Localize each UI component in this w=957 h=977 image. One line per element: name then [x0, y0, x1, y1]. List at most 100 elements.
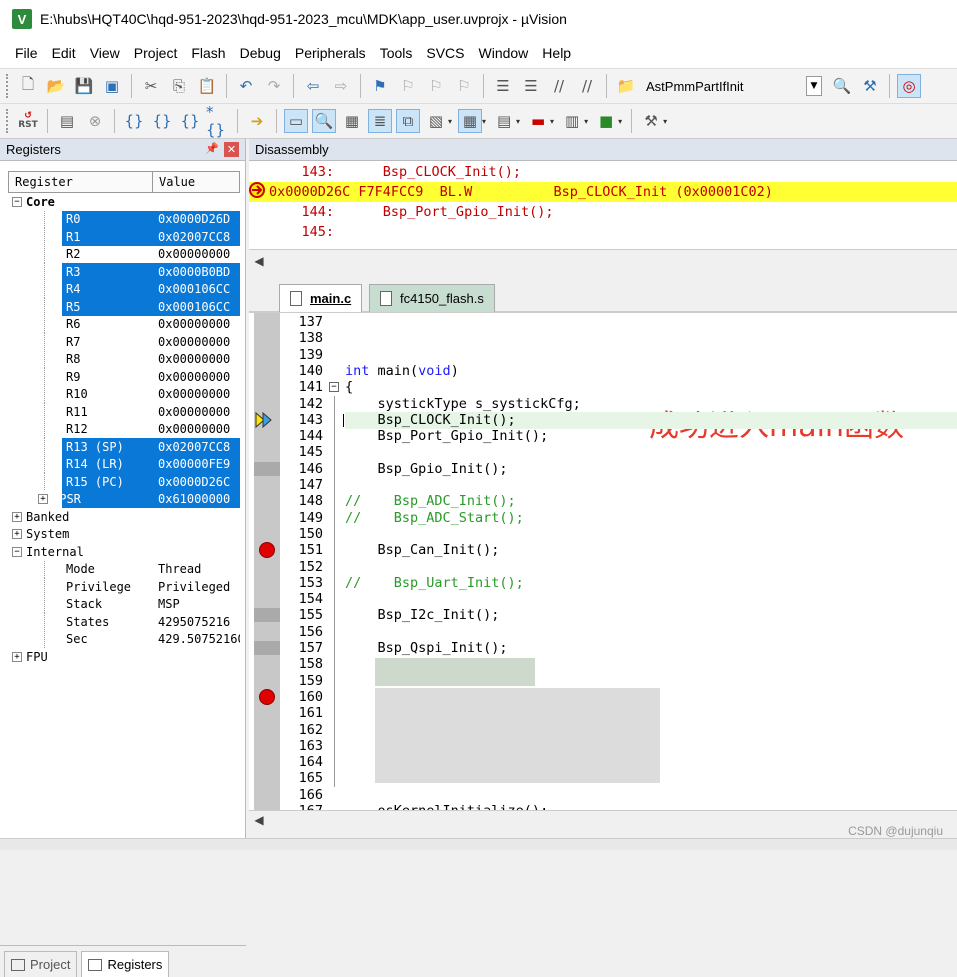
open-folder-icon[interactable]: 📂: [44, 74, 68, 98]
register-value[interactable]: 0x00000000: [158, 422, 240, 436]
register-row[interactable]: R13 (SP) 0x02007CC8: [8, 438, 240, 456]
expand-icon[interactable]: +: [12, 511, 22, 522]
code-line[interactable]: Bsp_Gpio_Init();: [345, 461, 508, 477]
register-value[interactable]: 0x0000B0BD: [158, 265, 240, 279]
tab-registers[interactable]: Registers: [81, 951, 170, 977]
register-column-header[interactable]: Register: [9, 172, 153, 192]
register-value[interactable]: 0x0000D26C: [158, 475, 240, 489]
register-value[interactable]: 0x00000000: [158, 370, 240, 384]
register-value[interactable]: 0x00000000: [158, 352, 240, 366]
navigate-forward-icon[interactable]: ⇨: [329, 74, 353, 98]
code-line[interactable]: // Bsp_ADC_Start();: [345, 510, 524, 526]
collapse-icon[interactable]: −: [12, 546, 22, 557]
code-line[interactable]: systickType s_systickCfg;: [345, 396, 581, 412]
call-stack-window-icon[interactable]: ⧉: [396, 109, 420, 133]
pin-icon[interactable]: 📌: [205, 142, 219, 155]
register-row[interactable]: R11 0x00000000: [8, 403, 240, 421]
register-row[interactable]: R12 0x00000000: [8, 420, 240, 439]
expand-icon[interactable]: +: [12, 529, 22, 540]
disassembly-window-icon[interactable]: 🔍: [312, 109, 336, 133]
register-value[interactable]: 4295075216: [158, 615, 240, 629]
register-row[interactable]: R15 (PC) 0x0000D26C: [8, 473, 240, 491]
expand-icon[interactable]: +: [12, 651, 22, 662]
toolbar-grip-2[interactable]: [6, 109, 10, 133]
group-banked[interactable]: + Banked: [8, 508, 240, 526]
find-combo-text[interactable]: AstPmmPartIfInit: [646, 79, 806, 94]
clear-bookmarks-icon[interactable]: ⚐: [452, 74, 476, 98]
uncomment-icon[interactable]: //: [575, 74, 599, 98]
fold-icon[interactable]: −: [329, 382, 339, 393]
register-row[interactable]: States 4295075216: [8, 613, 240, 631]
command-window-icon[interactable]: ▭: [284, 109, 308, 133]
disassembly-line[interactable]: 144: Bsp_Port_Gpio_Init();: [249, 202, 957, 222]
code-line[interactable]: Bsp_Can_Init();: [345, 542, 500, 558]
code-line[interactable]: int main(void): [345, 363, 459, 379]
code-line[interactable]: Bsp_I2c_Init();: [345, 607, 500, 623]
register-row[interactable]: R0 0x0000D26D: [8, 210, 240, 228]
next-bookmark-icon[interactable]: ⚐: [424, 74, 448, 98]
comment-icon[interactable]: //: [547, 74, 571, 98]
register-row[interactable]: R1 0x02007CC8: [8, 228, 240, 246]
value-column-header[interactable]: Value: [153, 175, 195, 189]
executable-line-marker[interactable]: [254, 461, 280, 476]
current-instruction-line[interactable]: 0x0000D26C F7F4FCC9 BL.W Bsp_CLOCK_Init …: [249, 182, 957, 202]
menu-flash[interactable]: Flash: [191, 45, 225, 61]
registers-window-icon[interactable]: ≣: [368, 109, 392, 133]
register-value[interactable]: 0x00000000: [158, 335, 240, 349]
register-row[interactable]: R7 0x00000000: [8, 333, 240, 351]
menu-help[interactable]: Help: [542, 45, 571, 61]
tab-main-c[interactable]: main.c: [279, 284, 363, 312]
executable-line-marker[interactable]: [254, 608, 280, 623]
disassembly-line[interactable]: 145:: [249, 222, 957, 242]
executable-line-marker[interactable]: [254, 641, 280, 655]
tab-fc4150-flash-s[interactable]: fc4150_flash.s: [369, 284, 495, 312]
find-combo-dropdown-icon[interactable]: ▼: [806, 76, 822, 96]
stop-icon[interactable]: ⊗: [83, 109, 107, 133]
register-value[interactable]: 0x0000D26D: [158, 212, 240, 226]
code-line[interactable]: Bsp_Port_Gpio_Init();: [345, 428, 549, 444]
menu-project[interactable]: Project: [134, 45, 178, 61]
toolbox-icon[interactable]: ⚒: [639, 109, 663, 133]
watch-window-icon[interactable]: ▧: [424, 109, 448, 133]
close-icon[interactable]: ✕: [224, 142, 239, 157]
register-value[interactable]: 0x02007CC8: [158, 440, 240, 454]
toolbar-grip[interactable]: [6, 74, 10, 98]
menu-edit[interactable]: Edit: [52, 45, 76, 61]
new-file-icon[interactable]: 🗋: [16, 74, 40, 98]
indent-icon[interactable]: ☰: [491, 74, 515, 98]
register-row[interactable]: R10 0x00000000: [8, 385, 240, 404]
menu-svcs[interactable]: SVCS: [426, 45, 464, 61]
step-over-icon[interactable]: {}: [150, 109, 174, 133]
step-out-icon[interactable]: {}: [178, 109, 202, 133]
paste-icon[interactable]: 📋: [195, 74, 219, 98]
menu-peripherals[interactable]: Peripherals: [295, 45, 366, 61]
serial-window-icon[interactable]: ▤: [492, 109, 516, 133]
code-line[interactable]: Bsp_Qspi_Init();: [345, 640, 508, 656]
register-value[interactable]: 0x02007CC8: [158, 230, 240, 244]
register-value[interactable]: 0x61000000: [158, 492, 240, 506]
redo-icon[interactable]: ↷: [262, 74, 286, 98]
step-into-icon[interactable]: {}: [122, 109, 146, 133]
register-row[interactable]: + xPSR 0x61000000: [8, 490, 240, 508]
reset-icon[interactable]: ↺ RST: [16, 109, 40, 133]
register-value[interactable]: 0x000106CC: [158, 300, 240, 314]
register-row[interactable]: R8 0x00000000: [8, 350, 240, 369]
copy-icon[interactable]: ⎘: [167, 74, 191, 98]
register-row[interactable]: Privilege Privileged: [8, 578, 240, 596]
run-icon[interactable]: ▤: [55, 109, 79, 133]
register-value[interactable]: 0x00000000: [158, 247, 240, 261]
group-fpu[interactable]: + FPU: [8, 648, 240, 666]
menu-debug[interactable]: Debug: [240, 45, 281, 61]
scroll-left-icon[interactable]: ◀: [249, 813, 269, 827]
register-row[interactable]: R9 0x00000000: [8, 368, 240, 386]
disassembly-line[interactable]: 143: Bsp_CLOCK_Init();: [249, 162, 957, 182]
symbols-window-icon[interactable]: ▦: [340, 109, 364, 133]
register-row[interactable]: R2 0x00000000: [8, 245, 240, 264]
disassembly-hscrollbar[interactable]: ◀: [249, 249, 957, 271]
menu-tools[interactable]: Tools: [380, 45, 413, 61]
scroll-left-icon[interactable]: ◀: [249, 254, 269, 268]
run-to-cursor-icon[interactable]: *{}: [206, 103, 230, 139]
code-line[interactable]: // Bsp_Uart_Init();: [345, 575, 524, 591]
disassembly-body[interactable]: 143: Bsp_CLOCK_Init(); 0x0000D26C F7F4FCC…: [249, 162, 957, 248]
find-in-files-icon[interactable]: 📁: [614, 74, 638, 98]
